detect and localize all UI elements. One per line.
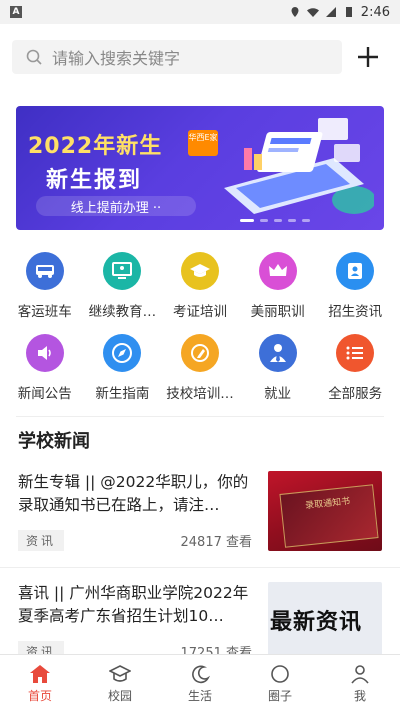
phone-illustration	[224, 118, 374, 214]
tab-label: 校园	[107, 688, 132, 703]
compass-icon	[103, 334, 142, 372]
bottom-tab-bar: 首页 校园 生活 圈子 我	[0, 654, 400, 712]
graduation-cap-icon	[180, 252, 219, 290]
campus-icon	[109, 664, 131, 682]
carousel-indicator	[240, 219, 310, 222]
tab-label: 圈子	[267, 688, 292, 703]
service-vocational-training[interactable]: 技校培训…	[161, 334, 239, 402]
news-item[interactable]: 新生专辑 || @2022华职儿，你的录取通知书已在路上，请注… 资讯 2481…	[0, 457, 400, 568]
service-continuing-education[interactable]: 继续教育…	[84, 252, 162, 320]
tab-life[interactable]: 生活	[160, 655, 240, 712]
news-views: 24817 查看	[180, 535, 253, 550]
add-button[interactable]	[348, 40, 388, 74]
thumbnail-caption: 最新资讯	[270, 610, 363, 635]
service-label: 就业	[264, 386, 292, 402]
news-title: 喜讯 || 广州华商职业学院2022年夏季高考广东省招生计划10…	[18, 584, 249, 625]
presentation-icon	[103, 252, 142, 290]
news-thumbnail: 录取通知书	[268, 471, 382, 551]
promo-banner[interactable]: 2022年新生 华西E家 新生报到 线上提前办理 ··	[16, 106, 384, 230]
moon-icon	[192, 665, 210, 683]
service-admissions[interactable]: 招生资讯	[316, 252, 394, 320]
news-thumbnail: 最新资讯	[268, 582, 382, 662]
banner-subheadline: 新生报到	[46, 168, 143, 193]
service-grid: 客运班车 继续教育… 考证培训 美丽职训 招生资讯 新闻公告 新生指南 技校培训…	[0, 230, 400, 402]
news-title: 新生专辑 || @2022华职儿，你的录取通知书已在路上，请注…	[18, 473, 249, 514]
notification-icon: A	[10, 6, 22, 18]
battery-icon	[345, 7, 352, 17]
service-label: 新闻公告	[17, 386, 72, 402]
status-bar: A 2:46	[0, 0, 400, 24]
service-freshman-guide[interactable]: 新生指南	[84, 334, 162, 402]
service-certification[interactable]: 考证培训	[161, 252, 239, 320]
id-card-icon	[336, 252, 375, 290]
speaker-icon	[25, 334, 64, 372]
banner-headline: 2022年新生	[28, 134, 163, 159]
signal-icon	[325, 7, 336, 17]
edit-icon	[180, 334, 219, 372]
service-label: 客运班车	[17, 304, 72, 320]
person-tie-icon	[258, 334, 297, 372]
user-icon	[351, 664, 369, 684]
tab-me[interactable]: 我	[320, 655, 400, 712]
tab-label: 首页	[27, 688, 52, 703]
tab-home[interactable]: 首页	[0, 655, 80, 712]
section-title: 学校新闻	[18, 431, 90, 452]
thumbnail-caption: 录取通知书	[279, 484, 379, 548]
plus-icon	[358, 47, 378, 67]
service-label: 新生指南	[95, 386, 150, 402]
banner-cta: 线上提前办理 ··	[36, 196, 196, 216]
clock: 2:46	[360, 4, 390, 20]
home-icon	[30, 664, 50, 683]
crown-icon	[258, 252, 297, 290]
news-tag: 资讯	[18, 530, 65, 551]
service-label: 美丽职训	[250, 304, 305, 320]
service-label: 继续教育…	[88, 304, 157, 320]
search-input[interactable]: 请输入搜索关键字	[12, 40, 342, 74]
circle-icon	[271, 664, 289, 683]
list-icon	[336, 334, 375, 372]
service-all[interactable]: 全部服务	[316, 334, 394, 402]
service-news[interactable]: 新闻公告	[6, 334, 84, 402]
service-label: 技校培训…	[166, 386, 234, 402]
service-label: 招生资讯	[328, 304, 383, 320]
service-label: 考证培训	[172, 304, 227, 320]
bus-icon	[25, 252, 64, 290]
location-icon	[291, 7, 299, 17]
tab-label: 生活	[187, 688, 212, 703]
wifi-icon	[306, 8, 319, 17]
service-label: 全部服务	[328, 386, 383, 402]
tab-circle[interactable]: 圈子	[240, 655, 320, 712]
tab-label: 我	[353, 688, 366, 703]
service-employment[interactable]: 就业	[239, 334, 317, 402]
tab-campus[interactable]: 校园	[80, 655, 160, 712]
service-beauty-training[interactable]: 美丽职训	[239, 252, 317, 320]
search-placeholder: 请输入搜索关键字	[52, 49, 181, 68]
service-bus[interactable]: 客运班车	[6, 252, 84, 320]
search-icon	[26, 49, 42, 65]
